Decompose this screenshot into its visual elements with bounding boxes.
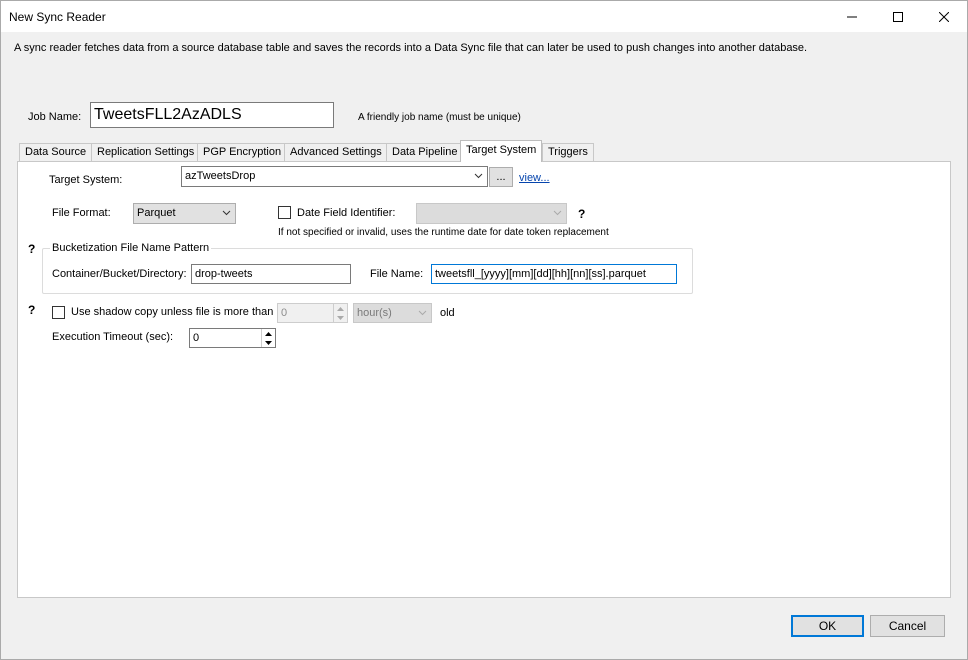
tab-data-pipeline[interactable]: Data Pipeline bbox=[386, 143, 464, 161]
chevron-down-icon bbox=[474, 173, 483, 179]
dialog-window: New Sync Reader A sync reader fetches da… bbox=[0, 0, 968, 660]
close-button[interactable] bbox=[921, 1, 967, 32]
browse-target-button[interactable]: ... bbox=[489, 167, 513, 187]
shadow-copy-amount[interactable]: 0 bbox=[277, 303, 348, 323]
shadow-copy-suffix: old bbox=[440, 307, 455, 319]
close-icon bbox=[939, 11, 949, 22]
spin-down-icon[interactable] bbox=[334, 313, 347, 322]
timeout-label: Execution Timeout (sec): bbox=[52, 331, 174, 343]
tab-advanced-settings[interactable]: Advanced Settings bbox=[284, 143, 388, 161]
file-format-value: Parquet bbox=[137, 207, 176, 219]
timeout-spinner[interactable] bbox=[261, 329, 275, 347]
tab-pgp-encryption[interactable]: PGP Encryption bbox=[197, 143, 288, 161]
tab-target-system[interactable]: Target System bbox=[460, 140, 543, 162]
date-field-label: Date Field Identifier: bbox=[297, 207, 396, 219]
date-field-help-icon[interactable]: ? bbox=[578, 207, 585, 221]
spin-down-icon[interactable] bbox=[262, 338, 275, 347]
job-name-hint: A friendly job name (must be unique) bbox=[358, 112, 521, 123]
bucketization-group-title: Bucketization File Name Pattern bbox=[50, 242, 212, 254]
tab-data-source[interactable]: Data Source bbox=[19, 143, 93, 161]
shadow-copy-amount-value: 0 bbox=[281, 307, 288, 319]
job-name-label: Job Name: bbox=[28, 111, 82, 123]
spin-up-icon[interactable] bbox=[334, 304, 347, 313]
cancel-button[interactable]: Cancel bbox=[870, 615, 945, 637]
shadow-help-icon[interactable]: ? bbox=[28, 303, 35, 317]
shadow-copy-unit-value: hour(s) bbox=[357, 307, 392, 319]
shadow-copy-unit-select[interactable]: hour(s) bbox=[353, 303, 432, 323]
spin-up-icon[interactable] bbox=[262, 329, 275, 338]
chevron-down-icon bbox=[553, 210, 562, 216]
date-field-checkbox[interactable] bbox=[278, 206, 291, 219]
file-name-input[interactable]: tweetsfll_[yyyy][mm][dd][hh][nn][ss].par… bbox=[431, 264, 677, 284]
date-field-note: If not specified or invalid, uses the ru… bbox=[278, 227, 609, 238]
file-name-label: File Name: bbox=[370, 268, 424, 280]
bucket-help-icon[interactable]: ? bbox=[28, 242, 35, 256]
chevron-down-icon bbox=[222, 210, 231, 216]
file-format-label: File Format: bbox=[52, 207, 111, 219]
timeout-input[interactable]: 0 bbox=[189, 328, 276, 348]
timeout-value: 0 bbox=[193, 332, 200, 344]
shadow-copy-label: Use shadow copy unless file is more than bbox=[71, 306, 274, 318]
container-input[interactable]: drop-tweets bbox=[191, 264, 351, 284]
chevron-down-icon bbox=[418, 310, 427, 316]
minimize-button[interactable] bbox=[829, 1, 875, 32]
minimize-icon bbox=[847, 16, 857, 17]
maximize-button[interactable] bbox=[875, 1, 921, 32]
date-field-select[interactable] bbox=[416, 203, 567, 224]
tab-triggers[interactable]: Triggers bbox=[542, 143, 594, 161]
file-format-select[interactable]: Parquet bbox=[133, 203, 236, 224]
job-name-input[interactable]: TweetsFLL2AzADLS bbox=[90, 102, 334, 128]
title-bar: New Sync Reader bbox=[1, 1, 967, 32]
target-system-value: azTweetsDrop bbox=[185, 170, 256, 182]
description-text: A sync reader fetches data from a source… bbox=[14, 42, 808, 54]
tab-replication-settings[interactable]: Replication Settings bbox=[91, 143, 201, 161]
shadow-copy-spinner[interactable] bbox=[333, 304, 347, 322]
window-title: New Sync Reader bbox=[9, 10, 106, 24]
shadow-copy-checkbox[interactable] bbox=[52, 306, 65, 319]
target-system-label: Target System: bbox=[49, 174, 123, 186]
target-system-select[interactable]: azTweetsDrop bbox=[181, 166, 488, 187]
ok-button[interactable]: OK bbox=[791, 615, 864, 637]
maximize-icon bbox=[893, 11, 903, 22]
container-label: Container/Bucket/Directory: bbox=[52, 268, 187, 280]
view-target-link[interactable]: view... bbox=[519, 172, 550, 184]
